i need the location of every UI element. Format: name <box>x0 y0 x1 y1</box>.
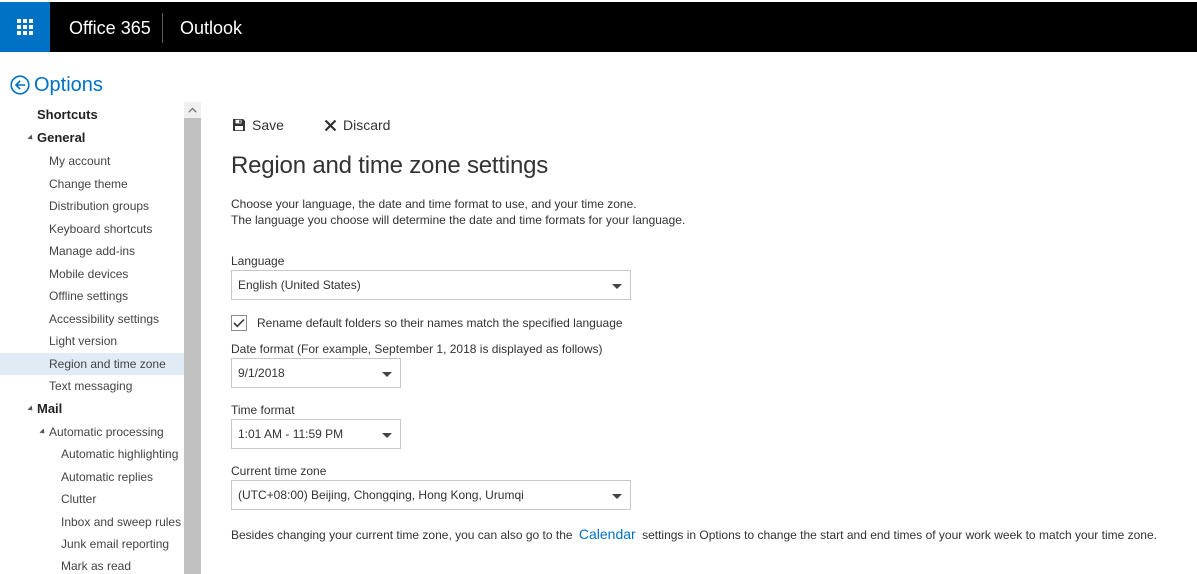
nav-item-label: Automatic processing <box>49 425 164 439</box>
time-format-dropdown[interactable]: 1:01 AM - 11:59 PM <box>231 419 401 449</box>
checkmark-icon <box>233 318 245 328</box>
nav-item-label: Inbox and sweep rules <box>61 515 182 529</box>
nav-item-label: Text messaging <box>49 379 133 393</box>
save-icon <box>233 119 245 131</box>
nav-item-mobile-devices[interactable]: Mobile devices <box>0 263 184 285</box>
time-zone-label: Current time zone <box>231 464 327 478</box>
nav-item-my-account[interactable]: My account <box>0 150 184 172</box>
nav-item-label: Manage add-ins <box>49 244 136 258</box>
date-format-label: Date format (For example, September 1, 2… <box>231 342 603 356</box>
nav-item-label: Mobile devices <box>49 267 129 281</box>
nav-item-label: My account <box>49 154 111 168</box>
back-arrow-icon <box>10 75 30 95</box>
chevron-down-icon <box>612 494 622 499</box>
rename-folders-checkbox[interactable] <box>231 315 247 331</box>
language-label: Language <box>231 254 285 268</box>
calendar-settings-link[interactable]: Calendar <box>579 526 636 542</box>
header-divider <box>162 13 163 43</box>
nav-item-label: Automatic replies <box>61 470 154 484</box>
nav-item-accessibility-settings[interactable]: Accessibility settings <box>0 308 184 330</box>
nav-item-junk-email-reporting[interactable]: Junk email reporting <box>0 533 184 555</box>
nav-item-label: Mail <box>37 401 63 416</box>
nav-item-general[interactable]: General <box>0 127 184 149</box>
nav-item-label: Distribution groups <box>49 199 150 213</box>
nav-item-label: Change theme <box>49 177 128 191</box>
app-launcher-button[interactable] <box>0 2 50 52</box>
nav-item-text-messaging[interactable]: Text messaging <box>0 375 184 397</box>
nav-item-mark-as-read[interactable]: Mark as read <box>0 555 184 574</box>
nav-item-inbox-and-sweep-rules[interactable]: Inbox and sweep rules <box>0 511 184 533</box>
scroll-up-button[interactable] <box>184 102 201 118</box>
expand-triangle-icon <box>27 134 35 142</box>
discard-icon <box>324 119 337 131</box>
discard-button[interactable]: Discard <box>324 115 390 135</box>
nav-item-label: Automatic highlighting <box>61 447 179 461</box>
nav-item-label: Region and time zone <box>49 357 166 371</box>
calendar-settings-note: Besides changing your current time zone,… <box>231 525 1157 544</box>
date-format-value: 9/1/2018 <box>238 366 285 380</box>
rename-folders-label: Rename default folders so their names ma… <box>257 316 623 330</box>
office-365-brand-link[interactable]: Office 365 <box>69 17 151 39</box>
nav-item-label: Shortcuts <box>37 107 98 122</box>
options-navigation: Shortcuts General My account Change them… <box>0 102 184 574</box>
top-navigation-bar: Office 365 Outlook <box>0 2 1197 52</box>
nav-item-distribution-groups[interactable]: Distribution groups <box>0 195 184 217</box>
language-dropdown[interactable]: English (United States) <box>231 270 631 300</box>
nav-item-label: Light version <box>49 334 118 348</box>
nav-item-automatic-highlighting[interactable]: Automatic highlighting <box>0 443 184 465</box>
options-title: Options <box>34 74 103 96</box>
expand-triangle-icon <box>39 428 47 436</box>
nav-item-label: Clutter <box>61 492 97 506</box>
nav-item-offline-settings[interactable]: Offline settings <box>0 285 184 307</box>
chevron-down-icon <box>612 284 622 289</box>
page-description-line-2: The language you choose will determine t… <box>231 213 686 227</box>
scroll-up-icon <box>188 107 197 113</box>
nav-item-label: Accessibility settings <box>49 312 160 326</box>
app-launcher-icon <box>17 19 33 35</box>
time-format-label: Time format <box>231 403 295 417</box>
nav-item-region-and-time-zone[interactable]: Region and time zone <box>0 353 184 375</box>
nav-item-label: Junk email reporting <box>61 537 170 551</box>
nav-item-automatic-processing[interactable]: Automatic processing <box>0 421 184 443</box>
navigation-scrollbar[interactable] <box>184 102 201 574</box>
nav-item-manage-add-ins[interactable]: Manage add-ins <box>0 240 184 262</box>
page-title: Region and time zone settings <box>231 152 549 179</box>
save-button[interactable]: Save <box>232 115 284 135</box>
nav-item-shortcuts[interactable]: Shortcuts <box>0 104 184 126</box>
language-value: English (United States) <box>238 278 361 292</box>
expand-triangle-icon <box>27 405 35 413</box>
time-format-value: 1:01 AM - 11:59 PM <box>238 427 344 441</box>
save-label: Save <box>252 117 284 133</box>
nav-item-label: Offline settings <box>49 289 129 303</box>
options-back-button[interactable]: Options <box>10 72 103 98</box>
time-zone-value: (UTC+08:00) Beijing, Chongqing, Hong Kon… <box>238 488 524 502</box>
nav-item-label: Keyboard shortcuts <box>49 222 153 236</box>
note-text-before: Besides changing your current time zone,… <box>231 528 573 542</box>
chevron-down-icon <box>382 433 392 438</box>
date-format-dropdown[interactable]: 9/1/2018 <box>231 358 401 388</box>
scrollbar-thumb[interactable] <box>184 118 201 574</box>
time-zone-dropdown[interactable]: (UTC+08:00) Beijing, Chongqing, Hong Kon… <box>231 480 631 510</box>
nav-item-change-theme[interactable]: Change theme <box>0 173 184 195</box>
page-description-line-1: Choose your language, the date and time … <box>231 197 637 211</box>
chevron-down-icon <box>382 372 392 377</box>
nav-item-keyboard-shortcuts[interactable]: Keyboard shortcuts <box>0 218 184 240</box>
nav-item-light-version[interactable]: Light version <box>0 330 184 352</box>
nav-item-clutter[interactable]: Clutter <box>0 488 184 510</box>
nav-item-automatic-replies[interactable]: Automatic replies <box>0 466 184 488</box>
nav-item-mail[interactable]: Mail <box>0 398 184 420</box>
outlook-app-link[interactable]: Outlook <box>180 17 242 39</box>
nav-item-label: General <box>37 130 86 145</box>
note-text-after: settings in Options to change the start … <box>642 528 1157 542</box>
discard-label: Discard <box>343 117 391 133</box>
rename-folders-option: Rename default folders so their names ma… <box>231 314 623 332</box>
nav-item-label: Mark as read <box>61 559 132 573</box>
